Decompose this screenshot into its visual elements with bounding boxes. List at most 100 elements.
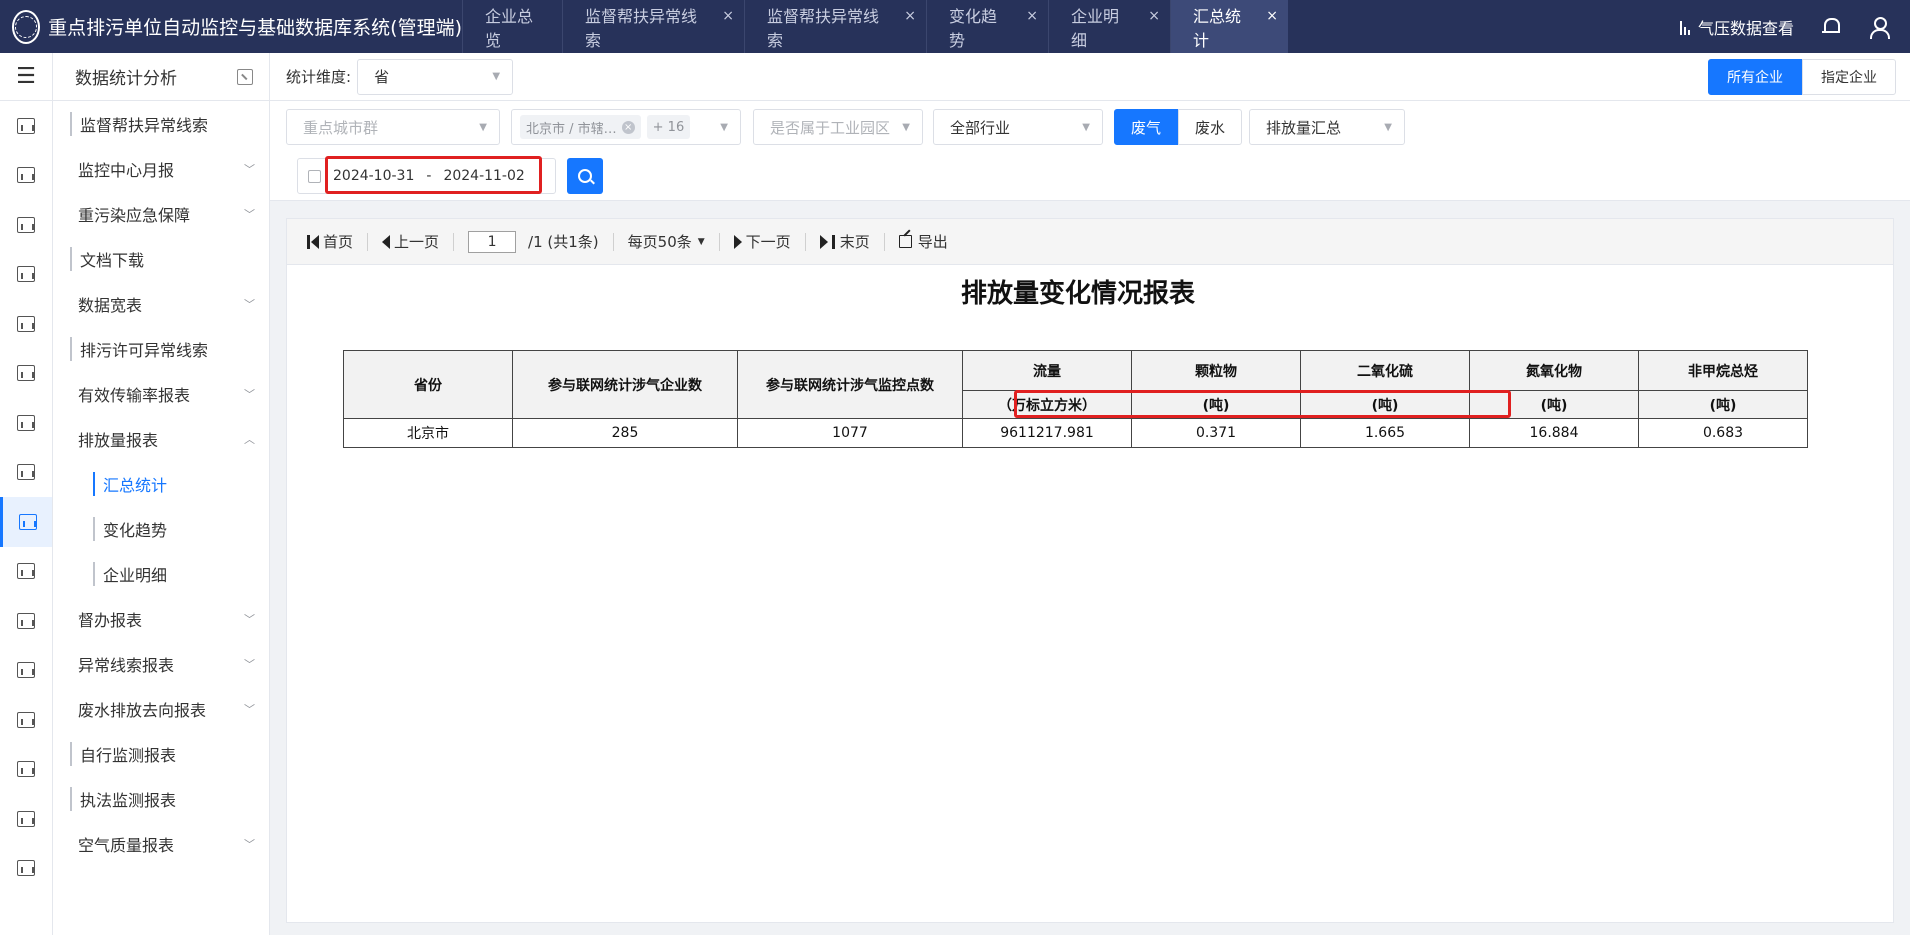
- bell-icon[interactable]: [1820, 16, 1842, 38]
- industrial-park-select[interactable]: 是否属于工业园区 ▼: [753, 109, 923, 145]
- table-row: 北京市 285 1077 9611217.981 0.371 1.665 16.…: [343, 418, 1808, 448]
- first-page-button[interactable]: 首页: [307, 231, 353, 252]
- rail-item[interactable]: [0, 596, 52, 646]
- page-number-input[interactable]: 1: [468, 230, 517, 253]
- col-nox: 氮氧化物: [1469, 350, 1639, 391]
- sidebar-item[interactable]: 空气质量报表 ﹀: [53, 821, 269, 866]
- rail-item[interactable]: [0, 448, 52, 498]
- sidebar-item[interactable]: 重污染应急保障 ﹀: [53, 191, 269, 236]
- tab-change-trend[interactable]: 变化趋势 ×: [926, 0, 1048, 53]
- per-page-select[interactable]: 每页50条 ▼: [628, 231, 705, 252]
- region-select[interactable]: 北京市 / 市辖… × + 16 ▼: [511, 109, 741, 145]
- col-flow: 流量: [962, 350, 1132, 391]
- rail-item[interactable]: [0, 398, 52, 448]
- tab-label: 企业明细: [1071, 6, 1120, 50]
- tab-enterprise-detail[interactable]: 企业明细 ×: [1048, 0, 1170, 53]
- sidebar-item[interactable]: 变化趋势: [53, 506, 269, 551]
- settings-chart-icon: [17, 167, 35, 184]
- gas-button[interactable]: 废气: [1114, 109, 1179, 145]
- chart-icon: [17, 711, 35, 728]
- pagination-toolbar: 首页 上一页 1 /1 (共1条) 每页50条 ▼ 下一页 末页 导出: [287, 219, 1893, 265]
- doc-search-icon: [17, 315, 35, 332]
- page-total: /1 (共1条): [528, 233, 599, 251]
- close-icon[interactable]: ×: [1266, 8, 1278, 24]
- rail-item-active[interactable]: [0, 497, 52, 547]
- close-icon[interactable]: ×: [904, 8, 916, 24]
- rail-item[interactable]: [0, 151, 52, 201]
- logo-icon: [12, 9, 41, 44]
- rail-item[interactable]: [0, 200, 52, 250]
- sidebar-item[interactable]: 汇总统计: [53, 461, 269, 506]
- rail-item[interactable]: [0, 101, 52, 151]
- emission-type-select[interactable]: 排放量汇总 ▼: [1249, 109, 1405, 145]
- selected-enterprises-button[interactable]: 指定企业: [1802, 58, 1896, 95]
- close-icon[interactable]: ×: [621, 120, 635, 134]
- last-page-button[interactable]: 末页: [819, 231, 870, 252]
- highlight-box: [325, 156, 542, 194]
- tab-supervision-clues-1[interactable]: 监督帮扶异常线索 ×: [562, 0, 744, 53]
- rail-item[interactable]: [0, 794, 52, 844]
- close-icon[interactable]: ×: [722, 8, 734, 24]
- user-icon[interactable]: [1868, 16, 1890, 39]
- calendar-icon: [17, 216, 35, 233]
- tab-supervision-clues-2[interactable]: 监督帮扶异常线索 ×: [744, 0, 926, 53]
- sidebar-item-label: 变化趋势: [93, 516, 167, 541]
- close-icon[interactable]: ×: [1148, 8, 1160, 24]
- sidebar-item[interactable]: 废水排放去向报表 ﹀: [53, 686, 269, 731]
- bar-chart-icon: [1679, 19, 1690, 35]
- main-content: 统计维度: 省 ▼ 所有企业 指定企业 重点城市群 ▼ 北京市 / 市辖… × +…: [270, 53, 1910, 935]
- menu-toggle-icon[interactable]: ☰: [0, 53, 52, 101]
- sidebar-item[interactable]: 执法监测报表: [53, 776, 269, 821]
- tab-enterprise-overview[interactable]: 企业总览: [462, 0, 562, 53]
- prev-page-button[interactable]: 上一页: [382, 231, 439, 252]
- doc-search-icon: [17, 761, 35, 778]
- city-group-select[interactable]: 重点城市群 ▼: [286, 109, 500, 145]
- rail-item[interactable]: [0, 646, 52, 696]
- industry-select[interactable]: 全部行业 ▼: [933, 109, 1103, 145]
- sidebar-item-label: 废水排放去向报表: [78, 700, 207, 720]
- sidebar-item-label: 企业明细: [93, 561, 167, 586]
- sidebar-item[interactable]: 督办报表 ﹀: [53, 596, 269, 641]
- all-enterprises-button[interactable]: 所有企业: [1708, 58, 1802, 95]
- sidebar-item[interactable]: 数据宽表 ﹀: [53, 281, 269, 326]
- triangle-left-icon: [311, 234, 319, 249]
- tab-bar: 企业总览 监督帮扶异常线索 × 监督帮扶异常线索 × 变化趋势 × 企业明细 × 汇总统…: [462, 0, 1288, 53]
- sidebar-item[interactable]: 企业明细: [53, 551, 269, 596]
- export-label: 导出: [917, 233, 948, 251]
- cell-nox: 16.884: [1469, 418, 1639, 448]
- sidebar-item[interactable]: 排污许可异常线索: [53, 326, 269, 371]
- sidebar-item[interactable]: 自行监测报表: [53, 731, 269, 776]
- col-province: 省份: [343, 350, 513, 419]
- tab-label: 变化趋势: [949, 6, 998, 50]
- sidebar-item-label: 空气质量报表: [78, 835, 175, 855]
- chevron-down-icon: ﹀: [244, 297, 255, 311]
- search-button[interactable]: [567, 158, 603, 194]
- pressure-data-link[interactable]: 气压数据查看: [1679, 15, 1794, 39]
- col-pm: 颗粒物: [1131, 350, 1301, 391]
- chevron-down-icon: ﹀: [244, 162, 255, 176]
- dimension-select[interactable]: 省 ▼: [357, 58, 514, 95]
- sidebar-item[interactable]: 排放量报表 ︿: [53, 416, 269, 461]
- sidebar-item[interactable]: 有效传输率报表 ﹀: [53, 371, 269, 416]
- search-icon: [578, 169, 592, 183]
- region-tag: 北京市 / 市辖… ×: [520, 115, 641, 139]
- water-button[interactable]: 废水: [1178, 109, 1243, 145]
- close-icon[interactable]: ×: [1026, 8, 1038, 24]
- tab-summary-statistics[interactable]: 汇总统计 ×: [1170, 0, 1288, 53]
- export-button[interactable]: 导出: [898, 231, 948, 252]
- sidebar-item[interactable]: 监控中心月报 ﹀: [53, 146, 269, 191]
- next-page-button[interactable]: 下一页: [733, 231, 791, 252]
- rail-item[interactable]: [0, 844, 52, 894]
- rail-item[interactable]: [0, 299, 52, 349]
- rail-item[interactable]: [0, 547, 52, 597]
- rail-item[interactable]: [0, 349, 52, 399]
- sidebar-item[interactable]: 文档下载: [53, 236, 269, 281]
- sidebar-item[interactable]: 异常线索报表 ﹀: [53, 641, 269, 686]
- rail-item[interactable]: [0, 745, 52, 795]
- sidebar-item[interactable]: 监督帮扶异常线索: [53, 101, 269, 146]
- first-page-label: 首页: [323, 233, 354, 251]
- rail-item[interactable]: [0, 695, 52, 745]
- collapse-icon[interactable]: [237, 68, 253, 85]
- rail-item[interactable]: [0, 250, 52, 300]
- divider: [883, 232, 885, 251]
